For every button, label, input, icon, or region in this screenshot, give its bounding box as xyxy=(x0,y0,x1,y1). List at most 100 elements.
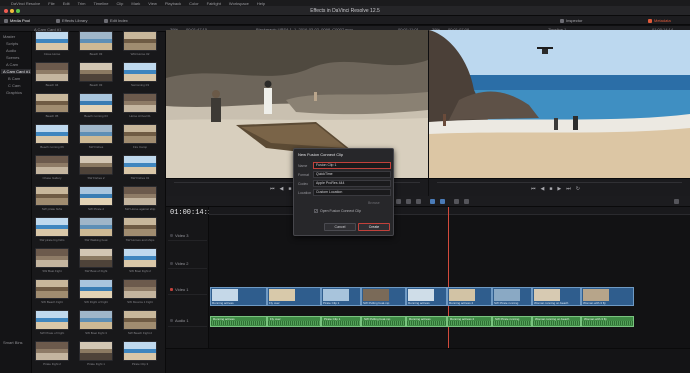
smart-bins-label[interactable]: Smart Bins xyxy=(3,340,23,345)
media-clip-tile[interactable]: SW Horse against ship xyxy=(123,186,157,214)
snapping-icon[interactable] xyxy=(430,199,435,204)
video-clip[interactable]: Pirate Clip 1 xyxy=(321,287,361,306)
media-clip-tile[interactable]: Swimming 03 xyxy=(123,62,157,90)
audio-clip[interactable]: Running actress 2 xyxy=(447,316,492,327)
video-clip[interactable]: Running actress 2 xyxy=(447,287,492,306)
menu-help[interactable]: Help xyxy=(257,1,265,6)
name-field[interactable]: Fusion Clip 1 xyxy=(313,162,391,169)
bin-c-cam[interactable]: C Cam xyxy=(8,83,20,88)
video-clip[interactable]: Running actress xyxy=(210,287,267,306)
menu-color[interactable]: Color xyxy=(189,1,199,6)
create-button[interactable]: Create xyxy=(358,223,390,231)
timeline-play-icon[interactable]: ▶ xyxy=(557,186,561,192)
metadata-button[interactable]: Metadata xyxy=(648,17,671,24)
audio-clip[interactable]: Woman running on beach xyxy=(532,316,581,327)
selection-tool-icon[interactable] xyxy=(396,199,401,204)
media-clip-tile[interactable]: SW pirate big fishs xyxy=(35,217,69,245)
track-header-video-2[interactable]: Video 2 xyxy=(168,259,207,269)
media-clip-tile[interactable]: Fire Camp xyxy=(123,124,157,152)
codec-select[interactable]: Apple ProRes 444 xyxy=(313,180,391,187)
link-icon[interactable] xyxy=(440,199,445,204)
flag-icon[interactable] xyxy=(454,199,459,204)
media-clip-tile[interactable]: SW Boat of Fight xyxy=(79,248,113,276)
timeline-play-reverse-icon[interactable]: ◀ xyxy=(541,186,545,192)
bin-master[interactable]: Master xyxy=(3,34,15,39)
media-clip-tile[interactable]: Pirate Fight 2 xyxy=(35,341,69,369)
timeline-stop-icon[interactable]: ■ xyxy=(549,186,552,192)
bin-a-cam-card-1[interactable]: A Cam Card #1 xyxy=(1,69,31,74)
inspector-button[interactable]: Inspector xyxy=(560,17,582,24)
audio-clip[interactable]: SW Pirate running xyxy=(492,316,532,327)
media-clip-tile[interactable]: SW Moonta 1 Fight xyxy=(123,279,157,307)
menu-app[interactable]: DaVinci Resolve xyxy=(11,1,40,6)
open-fusion-checkbox-row[interactable]: ✓ Open Fusion Connect Clip xyxy=(314,209,361,213)
track-header-audio-1[interactable]: Audio 1 xyxy=(168,315,207,327)
media-clip-tile[interactable]: Pirate Clip 3 xyxy=(123,341,157,369)
video-clip[interactable]: SW Pirate running xyxy=(492,287,532,306)
mute-icon[interactable] xyxy=(170,319,173,322)
zoom-icon[interactable] xyxy=(674,199,679,204)
timeline-viewer[interactable] xyxy=(429,30,690,178)
menu-playback[interactable]: Playback xyxy=(165,1,181,6)
media-clip-tile[interactable]: SW Fishes 01 xyxy=(123,155,157,183)
audio-clip[interactable]: Running actress xyxy=(406,316,447,327)
menu-mark[interactable]: Mark xyxy=(131,1,140,6)
audio-clip[interactable]: Woman with 3 fly xyxy=(581,316,634,327)
menu-edit[interactable]: Edit xyxy=(63,1,70,6)
lock-icon[interactable] xyxy=(170,234,173,237)
timeline-jump-start-icon[interactable]: ⏮ xyxy=(531,186,536,192)
audio-clip[interactable]: Fly over xyxy=(267,316,321,327)
media-clip-tile[interactable]: Close Horse xyxy=(35,31,69,59)
media-clip-tile[interactable]: Horse Arrival 01 xyxy=(123,93,157,121)
media-clip-tile[interactable]: Beach 05 xyxy=(35,93,69,121)
media-clip-tile[interactable]: SW pirate fishs xyxy=(35,186,69,214)
bin-audio[interactable]: Audio xyxy=(6,48,16,53)
bin-scenes[interactable]: Scenes xyxy=(6,55,19,60)
bin-a-cam[interactable]: A Cam xyxy=(6,62,18,67)
trim-tool-icon[interactable] xyxy=(406,199,411,204)
media-clip-tile[interactable]: SW Pirate of Fight xyxy=(35,310,69,338)
stop-icon[interactable]: ■ xyxy=(288,186,291,192)
timeline-ruler[interactable] xyxy=(209,207,690,215)
track-header-video-1[interactable]: Video 1 xyxy=(168,285,207,295)
location-field[interactable]: Custom Location xyxy=(313,189,391,196)
video-clip[interactable]: Woman with 3 fly xyxy=(581,287,634,306)
media-clip-tile[interactable]: SW Pirate 2 xyxy=(79,186,113,214)
media-clip-tile[interactable]: Beach running 03 xyxy=(79,93,113,121)
jump-start-icon[interactable]: ⏮ xyxy=(270,186,275,192)
audio-clip[interactable]: Pirate Clip 1 xyxy=(321,316,361,327)
lock-icon[interactable] xyxy=(170,288,173,291)
play-reverse-icon[interactable]: ◀ xyxy=(280,186,284,192)
open-fusion-checkbox[interactable]: ✓ xyxy=(314,209,318,213)
track-header-video-3[interactable]: Video 3 xyxy=(168,231,207,241)
menu-file[interactable]: File xyxy=(48,1,54,6)
video-clip[interactable]: Woman running on beach xyxy=(532,287,581,306)
marker-icon[interactable] xyxy=(464,199,469,204)
media-clip-tile[interactable]: Pirate Fight 1 xyxy=(79,341,113,369)
cancel-button[interactable]: Cancel xyxy=(324,223,356,231)
browse-button[interactable]: Browse xyxy=(368,201,380,205)
menu-clip[interactable]: Clip xyxy=(116,1,123,6)
menu-fairlight[interactable]: Fairlight xyxy=(207,1,221,6)
media-clip-tile[interactable]: SW Flight of Fight xyxy=(79,279,113,307)
media-clip-tile[interactable]: Chase Gallery xyxy=(35,155,69,183)
media-clip-tile[interactable]: Beach 03 xyxy=(79,31,113,59)
media-clip-tile[interactable]: SW Beach Fight 2 xyxy=(123,310,157,338)
video-clip[interactable]: Fly over xyxy=(267,287,321,306)
menu-workspace[interactable]: Workspace xyxy=(229,1,249,6)
audio-clip[interactable]: Running actress xyxy=(210,316,267,327)
bin-graphics[interactable]: Graphics xyxy=(6,90,22,95)
bin-b-cam[interactable]: B Cam xyxy=(8,76,20,81)
effects-library-button[interactable]: Effects Library xyxy=(56,17,88,24)
media-clip-tile[interactable]: SW Boat Fight xyxy=(35,248,69,276)
menu-trim[interactable]: Trim xyxy=(78,1,86,6)
media-clip-tile[interactable]: Beach running 06 xyxy=(35,124,69,152)
menu-view[interactable]: View xyxy=(148,1,157,6)
media-clip-tile[interactable]: Beach 03 xyxy=(79,62,113,90)
media-clip-tile[interactable]: SW Horses and ships xyxy=(123,217,157,245)
video-clip[interactable]: Running actress xyxy=(406,287,447,306)
media-clip-tile[interactable]: SW Walking boat xyxy=(79,217,113,245)
menu-timeline[interactable]: Timeline xyxy=(94,1,109,6)
timeline-scrubber[interactable] xyxy=(437,182,682,183)
blade-tool-icon[interactable] xyxy=(416,199,421,204)
